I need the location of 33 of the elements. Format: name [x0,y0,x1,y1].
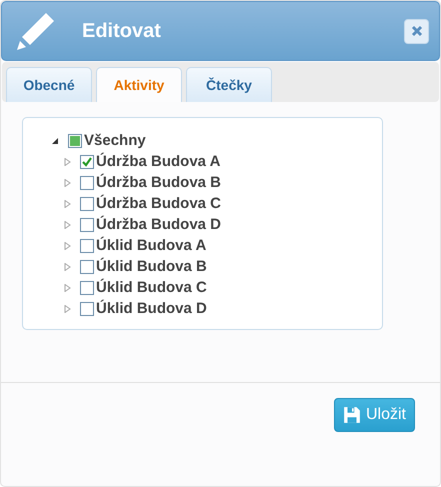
expand-toggle-icon[interactable] [51,136,61,146]
tree-item[interactable]: Údržba Budova A [96,153,220,170]
checkbox[interactable] [80,302,94,316]
checkbox[interactable] [80,218,94,232]
checkbox[interactable] [80,176,94,190]
expand-toggle-icon[interactable] [63,156,73,166]
checkbox[interactable] [80,154,94,168]
expand-toggle-icon[interactable] [63,198,73,208]
expand-toggle-icon[interactable] [63,240,73,250]
tree-item[interactable]: Úklid Budova D [96,300,207,317]
expand-toggle-icon[interactable] [63,220,73,230]
checkbox[interactable] [68,134,82,148]
checkbox[interactable] [80,196,94,210]
tree-item[interactable]: Všechny [84,132,146,149]
pencil-icon [16,11,56,51]
expand-toggle-icon[interactable] [63,282,73,292]
checkbox[interactable] [80,280,94,294]
tab[interactable]: Čtečky [186,67,272,102]
close-button[interactable] [404,18,429,44]
close-icon [410,25,422,37]
checkbox[interactable] [80,238,94,252]
expand-toggle-icon[interactable] [63,178,73,188]
checkbox[interactable] [80,260,94,274]
tree-item[interactable]: Úklid Budova C [96,279,207,296]
tree-item[interactable]: Údržba Budova D [96,216,222,233]
expand-toggle-icon[interactable] [63,304,73,314]
tab[interactable]: Obecné [6,67,92,102]
window-title: Editovat [82,20,162,42]
expand-toggle-icon[interactable] [63,262,73,272]
tree-item[interactable]: Úklid Budova B [96,258,207,275]
tree-item[interactable]: Údržba Budova B [96,174,222,191]
tree-item[interactable]: Údržba Budova C [96,195,222,212]
tree-item[interactable]: Úklid Budova A [96,237,206,254]
